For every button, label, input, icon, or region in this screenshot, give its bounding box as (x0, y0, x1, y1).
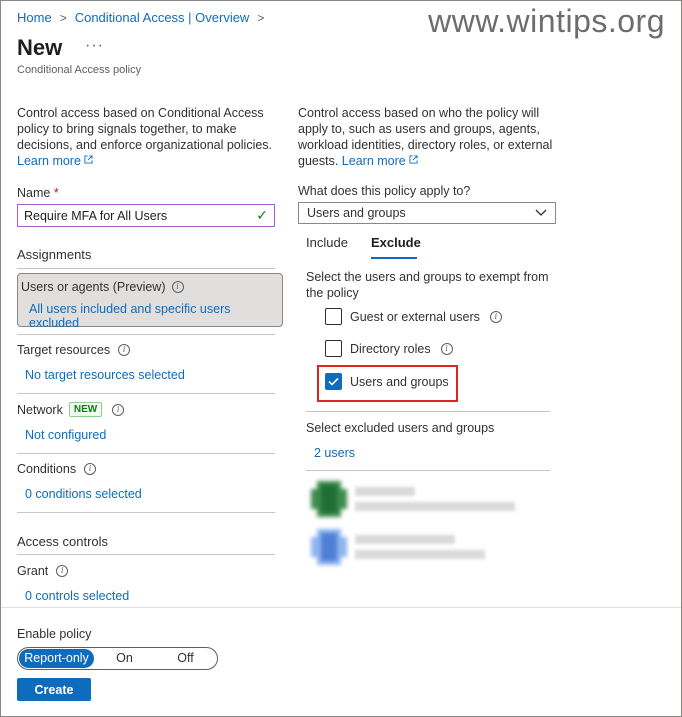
checkbox[interactable] (325, 308, 342, 325)
apply-label: What does this policy apply to? (298, 184, 471, 198)
info-icon[interactable]: i (84, 463, 97, 475)
more-options-button[interactable]: ··· (85, 37, 104, 55)
divider (306, 411, 550, 412)
divider (306, 470, 550, 471)
footer-divider (1, 607, 681, 608)
info-icon[interactable]: i (112, 403, 125, 416)
users-agents-item[interactable]: Users or agents (Preview) i All users in… (17, 273, 283, 330)
policy-name-input[interactable]: Require MFA for All Users ✓ (17, 204, 275, 227)
enable-policy-toggle[interactable]: Report-only On Off (17, 647, 218, 670)
left-learn-more-link[interactable]: Learn more (17, 154, 93, 168)
grant-value[interactable]: 0 controls selected (25, 589, 129, 603)
network-value[interactable]: Not configured (25, 428, 106, 442)
select-excluded-label: Select excluded users and groups (306, 421, 495, 435)
access-controls-title: Access controls (17, 534, 109, 549)
toggle-on[interactable]: On (94, 649, 155, 668)
right-learn-more-link[interactable]: Learn more (342, 154, 418, 168)
chevron-right-icon: > (59, 10, 67, 25)
external-link-icon (409, 155, 418, 164)
left-description: Control access based on Conditional Acce… (17, 106, 273, 168)
divider (17, 393, 275, 394)
chevron-down-icon (535, 209, 547, 216)
info-icon[interactable]: i (56, 565, 69, 577)
users-agents-label: Users or agents (Preview) (21, 280, 166, 294)
highlight-box (317, 365, 458, 402)
tab-exclude[interactable]: Exclude (371, 235, 421, 250)
toggle-report-only[interactable]: Report-only (19, 649, 94, 668)
new-badge: NEW (68, 402, 103, 417)
right-description: Control access based on who the policy w… (298, 106, 553, 168)
conditions-value[interactable]: 0 conditions selected (25, 487, 142, 501)
active-tab-indicator (371, 257, 417, 259)
create-button[interactable]: Create (17, 678, 91, 701)
option-directory-roles[interactable]: Directory roles i (325, 340, 453, 357)
divider (17, 453, 275, 454)
info-icon[interactable]: i (118, 344, 131, 356)
divider (17, 512, 275, 513)
enable-policy-label: Enable policy (17, 627, 92, 641)
divider (17, 554, 275, 555)
info-icon[interactable]: i (440, 342, 453, 355)
page-title: New (17, 35, 63, 60)
exempt-text: Select the users and groups to exempt fr… (306, 270, 549, 300)
option-guest-external[interactable]: Guest or external users i (325, 308, 502, 325)
avatar (311, 529, 347, 565)
users-agents-value[interactable]: All users included and specific users ex… (29, 302, 231, 330)
check-valid-icon: ✓ (256, 207, 268, 223)
avatar (311, 481, 347, 517)
chevron-right-icon: > (257, 10, 265, 25)
external-link-icon (84, 155, 93, 164)
target-resources-header: Target resources i (17, 343, 131, 357)
name-label: Name * (17, 186, 59, 200)
apply-dropdown[interactable]: Users and groups (298, 202, 556, 224)
breadcrumb-home-link[interactable]: Home (17, 10, 52, 25)
info-icon[interactable]: i (171, 281, 184, 293)
info-icon[interactable]: i (489, 310, 502, 323)
divider (17, 334, 275, 335)
page-subtitle: Conditional Access policy (17, 64, 142, 76)
network-header: Network NEW i (17, 402, 125, 417)
list-item (311, 481, 515, 517)
breadcrumb-overview-link[interactable]: Conditional Access | Overview (75, 10, 250, 25)
target-resources-value[interactable]: No target resources selected (25, 368, 185, 382)
divider (17, 268, 275, 269)
selected-users-link[interactable]: 2 users (314, 446, 355, 460)
checkbox[interactable] (325, 340, 342, 357)
grant-header: Grant i (17, 564, 69, 578)
watermark: www.wintips.org (428, 3, 665, 39)
toggle-off[interactable]: Off (155, 649, 216, 668)
conditions-header: Conditions i (17, 462, 97, 476)
list-item (311, 529, 485, 565)
breadcrumb: Home > Conditional Access | Overview > (17, 10, 264, 25)
assignments-title: Assignments (17, 247, 92, 262)
tab-include[interactable]: Include (306, 235, 348, 250)
